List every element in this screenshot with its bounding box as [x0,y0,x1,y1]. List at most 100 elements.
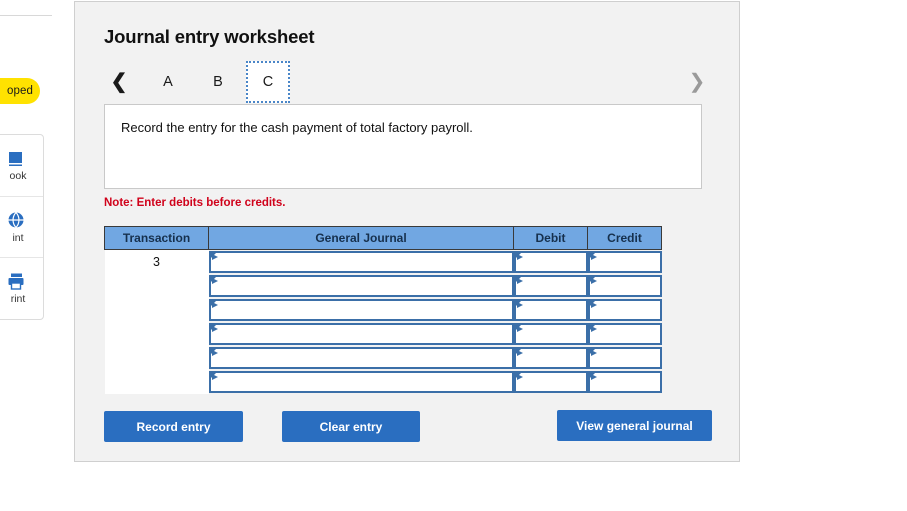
credit-input[interactable] [587,346,662,369]
screen-root: oped ook int rint Journal entry workshee… [0,0,907,511]
tab-b[interactable]: B [196,61,240,103]
debits-before-credits-note: Note: Enter debits before credits. [104,197,286,209]
cell-general-journal [208,297,514,322]
cell-debit [513,273,588,298]
table-row [104,345,662,370]
dropdown-triangle-icon [211,253,218,260]
general-journal-input[interactable] [208,250,514,273]
cell-transaction [104,369,209,394]
page-title: Journal entry worksheet [104,26,315,47]
table-row [104,273,662,298]
dropdown-triangle-icon [211,373,218,380]
debit-input[interactable] [513,250,588,273]
general-journal-input[interactable] [208,298,514,321]
sidebar-item-label-hint: int [12,231,24,244]
cell-transaction [104,345,209,370]
dropdown-triangle-icon [516,253,523,260]
sidebar-item-hint[interactable]: int [0,197,43,259]
dropdown-triangle-icon [590,277,597,284]
left-sidebar: oped ook int rint [0,0,60,511]
cell-debit [513,321,588,346]
journal-entry-table: Transaction General Journal Debit Credit… [104,226,662,394]
credit-input[interactable] [587,274,662,297]
credit-input[interactable] [587,250,662,273]
dropdown-triangle-icon [211,277,218,284]
sidebar-item-label-print: rint [10,293,26,306]
tab-b-label: B [213,74,223,90]
view-general-journal-button[interactable]: View general journal [557,410,712,441]
dropdown-triangle-icon [516,349,523,356]
column-header-debit: Debit [513,226,588,250]
dropdown-triangle-icon [590,325,597,332]
cell-general-journal [208,321,514,346]
cell-general-journal [208,273,514,298]
clear-entry-button[interactable]: Clear entry [282,411,420,442]
debit-input[interactable] [513,322,588,345]
cell-general-journal [208,369,514,394]
table-row [104,321,662,346]
dropdown-triangle-icon [516,277,523,284]
prompt-box: Record the entry for the cash payment of… [104,104,702,189]
book-icon [7,149,29,169]
general-journal-input[interactable] [208,322,514,345]
credit-input[interactable] [587,370,662,393]
cell-credit [587,297,662,322]
column-header-general-journal: General Journal [208,226,514,250]
table-header-row: Transaction General Journal Debit Credit [104,226,662,250]
dropdown-triangle-icon [211,325,218,332]
cell-credit [587,369,662,394]
table-row [104,297,662,322]
cell-general-journal [208,249,514,274]
tab-c-label: C [262,74,274,90]
sidebar-divider [0,15,52,16]
cell-credit [587,273,662,298]
cell-general-journal [208,345,514,370]
cell-transaction [104,273,209,298]
status-badge: oped [0,78,40,104]
dropdown-triangle-icon [590,373,597,380]
dropdown-triangle-icon [211,301,218,308]
column-header-transaction: Transaction [104,226,209,250]
sidebar-item-ebook[interactable]: ook [0,135,43,197]
sidebar-item-print[interactable]: rint [0,258,43,319]
dropdown-triangle-icon [590,253,597,260]
cell-transaction: 3 [104,249,209,274]
tab-a[interactable]: A [146,61,190,103]
record-entry-button[interactable]: Record entry [104,411,243,442]
chevron-left-icon[interactable]: ❮ [104,62,134,102]
print-icon [7,272,29,292]
general-journal-input[interactable] [208,346,514,369]
cell-credit [587,345,662,370]
debit-input[interactable] [513,346,588,369]
chevron-right-icon[interactable]: ❯ [682,62,712,102]
cell-credit [587,321,662,346]
table-row: 3 [104,249,662,274]
cell-debit [513,249,588,274]
table-row [104,369,662,394]
dropdown-triangle-icon [516,373,523,380]
dropdown-triangle-icon [516,325,523,332]
hint-globe-icon [7,211,29,231]
status-badge-label: oped [7,85,33,97]
general-journal-input[interactable] [208,370,514,393]
dropdown-triangle-icon [211,349,218,356]
sidebar-item-label-ebook: ook [9,170,27,183]
debit-input[interactable] [513,370,588,393]
dropdown-triangle-icon [590,349,597,356]
tab-a-label: A [163,74,173,90]
credit-input[interactable] [587,322,662,345]
cell-debit [513,297,588,322]
dropdown-triangle-icon [590,301,597,308]
journal-entry-card: Journal entry worksheet ❮ A B C ❯ Record… [74,1,740,462]
debit-input[interactable] [513,274,588,297]
credit-input[interactable] [587,298,662,321]
cell-transaction [104,321,209,346]
cell-debit [513,345,588,370]
general-journal-input[interactable] [208,274,514,297]
dropdown-triangle-icon [516,301,523,308]
debit-input[interactable] [513,298,588,321]
column-header-credit: Credit [587,226,662,250]
sidebar-tools-card: ook int rint [0,134,44,320]
tab-c[interactable]: C [246,61,290,103]
cell-debit [513,369,588,394]
